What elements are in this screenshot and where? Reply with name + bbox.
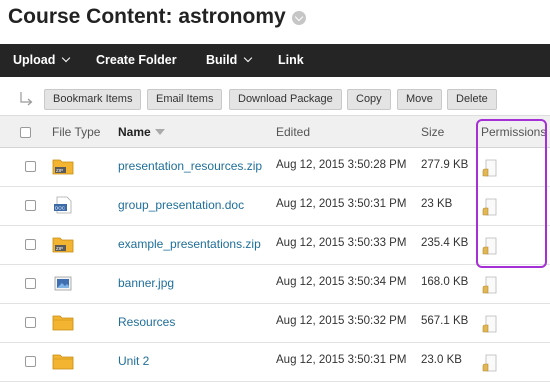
permissions-icon[interactable] (480, 353, 500, 373)
table-row: ZIP example_presentations.zip Aug 12, 20… (0, 226, 550, 265)
file-link[interactable]: banner.jpg (118, 276, 174, 290)
content-menubar: Upload Create Folder Build Link (0, 44, 550, 77)
upload-menu-label: Upload (13, 53, 56, 67)
permissions-icon[interactable] (480, 197, 500, 217)
file-size: 277.9 KB (421, 159, 469, 171)
row-checkbox[interactable] (25, 317, 36, 328)
permissions-icon[interactable] (480, 236, 500, 256)
table-header: File Type Name Edited Size Permissions (0, 115, 550, 148)
zip-file-icon: ZIP (52, 159, 74, 175)
row-checkbox[interactable] (25, 239, 36, 250)
sort-descending-icon (154, 129, 165, 135)
file-size: 23.0 KB (421, 354, 462, 366)
table-row: DOC group_presentation.doc Aug 12, 2015 … (0, 187, 550, 226)
svg-text:ZIP: ZIP (56, 246, 63, 251)
edited-date: Aug 12, 2015 3:50:32 PM (276, 315, 407, 327)
move-button[interactable]: Move (397, 89, 442, 110)
column-permissions[interactable]: Permissions (481, 125, 546, 139)
page-header: Course Content: astronomy (0, 0, 550, 42)
column-edited[interactable]: Edited (276, 125, 310, 139)
file-link[interactable]: group_presentation.doc (118, 198, 244, 212)
folder-icon (52, 315, 74, 331)
svg-text:DOC: DOC (55, 206, 66, 211)
edited-date: Aug 12, 2015 3:50:34 PM (276, 276, 407, 288)
column-name[interactable]: Name (118, 125, 165, 139)
file-size: 168.0 KB (421, 276, 469, 288)
table-row: Unit 2 Aug 12, 2015 3:50:31 PM 23.0 KB (0, 343, 550, 382)
copy-button[interactable]: Copy (347, 89, 391, 110)
select-all-checkbox[interactable] (20, 127, 31, 138)
permissions-icon[interactable] (480, 275, 500, 295)
permissions-icon[interactable] (480, 314, 500, 334)
row-checkbox[interactable] (25, 278, 36, 289)
chevron-down-icon (62, 53, 71, 63)
file-size: 235.4 KB (421, 237, 469, 249)
permissions-icon[interactable] (480, 158, 500, 178)
file-link[interactable]: presentation_resources.zip (118, 159, 262, 173)
upload-menu[interactable]: Upload (13, 44, 71, 77)
table-row: banner.jpg Aug 12, 2015 3:50:34 PM 168.0… (0, 265, 550, 304)
row-checkbox[interactable] (25, 161, 36, 172)
folder-icon (52, 354, 74, 370)
delete-button[interactable]: Delete (447, 89, 497, 110)
bookmark-items-button[interactable]: Bookmark Items (44, 89, 142, 110)
edited-date: Aug 12, 2015 3:50:33 PM (276, 237, 407, 249)
row-checkbox[interactable] (25, 356, 36, 367)
folder-link[interactable]: Unit 2 (118, 354, 149, 368)
table-row: Resources Aug 12, 2015 3:50:32 PM 567.1 … (0, 304, 550, 343)
document-file-icon: DOC (54, 196, 72, 214)
build-menu-label: Build (206, 53, 238, 67)
link-button[interactable]: Link (278, 44, 304, 77)
column-name-label: Name (118, 125, 151, 139)
download-package-button[interactable]: Download Package (229, 89, 342, 110)
row-checkbox[interactable] (25, 200, 36, 211)
column-file-type[interactable]: File Type (52, 125, 100, 139)
file-size: 567.1 KB (421, 315, 469, 327)
build-menu[interactable]: Build (206, 44, 253, 77)
image-file-icon (54, 276, 72, 291)
folder-link[interactable]: Resources (118, 315, 175, 329)
chevron-down-icon[interactable] (292, 11, 306, 25)
edited-date: Aug 12, 2015 3:50:31 PM (276, 198, 407, 210)
svg-text:ZIP: ZIP (56, 168, 63, 173)
page-title: Course Content: astronomy (8, 5, 286, 28)
table-row: ZIP presentation_resources.zip Aug 12, 2… (0, 148, 550, 187)
column-size[interactable]: Size (421, 125, 444, 139)
zip-file-icon: ZIP (52, 237, 74, 253)
edited-date: Aug 12, 2015 3:50:31 PM (276, 354, 407, 366)
edited-date: Aug 12, 2015 3:50:28 PM (276, 159, 407, 171)
file-link[interactable]: example_presentations.zip (118, 237, 261, 251)
file-size: 23 KB (421, 198, 453, 210)
create-folder-button[interactable]: Create Folder (96, 44, 177, 77)
email-items-button[interactable]: Email Items (147, 89, 223, 110)
chevron-down-icon (244, 53, 253, 63)
selection-arrow-icon (20, 92, 33, 106)
